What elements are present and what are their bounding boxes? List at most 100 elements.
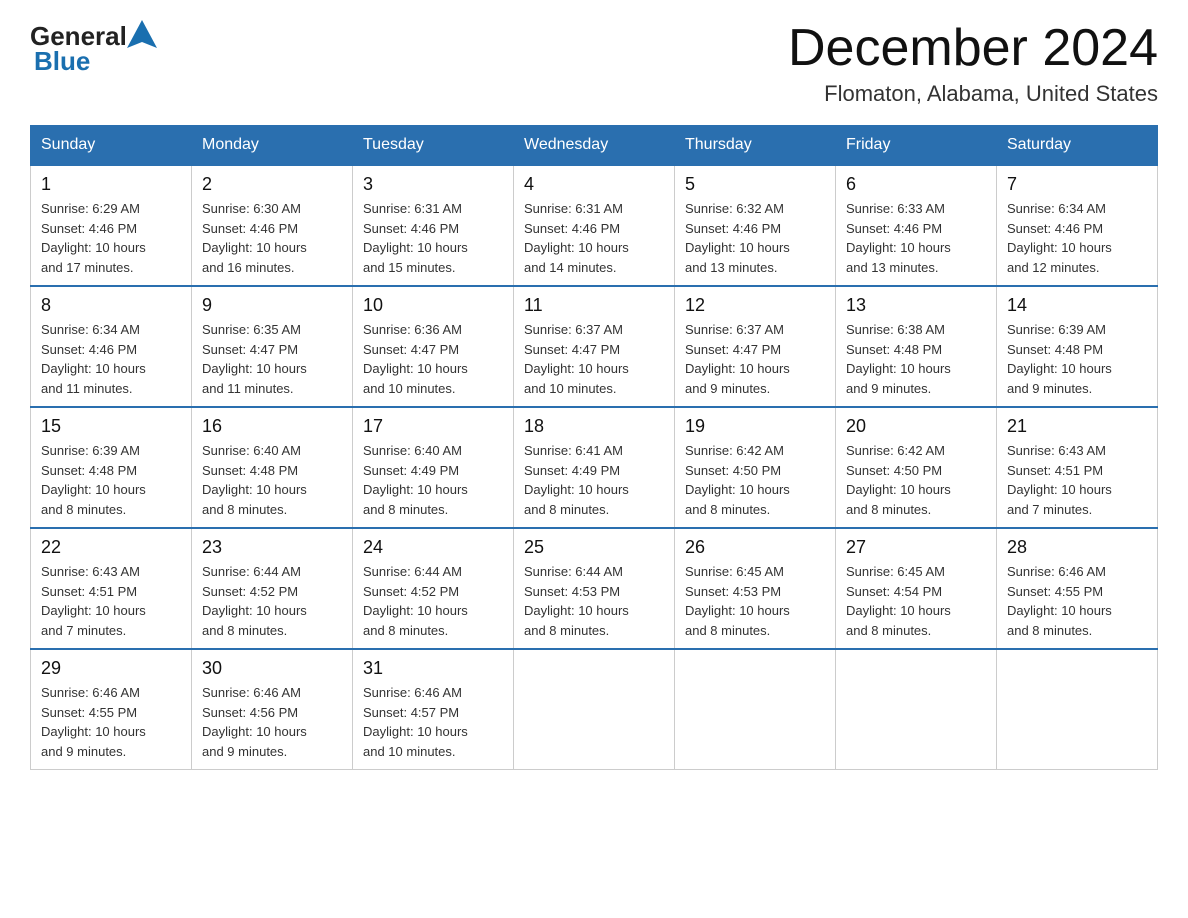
calendar-body: 1Sunrise: 6:29 AMSunset: 4:46 PMDaylight… [31, 165, 1158, 770]
calendar-day-cell: 19 Sunrise: 6:42 AMSunset: 4:50 PMDayligh… [675, 407, 836, 528]
calendar-week-row: 8 Sunrise: 6:34 AMSunset: 4:46 PMDaylight… [31, 286, 1158, 407]
header-saturday: Saturday [997, 126, 1158, 166]
calendar-day-cell: 20 Sunrise: 6:42 AMSunset: 4:50 PMDayligh… [836, 407, 997, 528]
day-number: 18 [524, 416, 664, 437]
calendar-day-cell: 15Sunrise: 6:39 AMSunset: 4:48 PMDayligh… [31, 407, 192, 528]
header-tuesday: Tuesday [353, 126, 514, 166]
calendar-day-cell: 18Sunrise: 6:41 AMSunset: 4:49 PMDayligh… [514, 407, 675, 528]
day-number: 24 [363, 537, 503, 558]
day-number: 13 [846, 295, 986, 316]
day-number: 22 [41, 537, 181, 558]
calendar-day-cell: 4 Sunrise: 6:31 AMSunset: 4:46 PMDaylight… [514, 165, 675, 286]
day-info: Sunrise: 6:36 AMSunset: 4:47 PMDaylight:… [363, 320, 503, 398]
day-number: 10 [363, 295, 503, 316]
day-info: Sunrise: 6:39 AMSunset: 4:48 PMDaylight:… [41, 441, 181, 519]
day-number: 21 [1007, 416, 1147, 437]
calendar-day-cell: 30 Sunrise: 6:46 AMSunset: 4:56 PMDayligh… [192, 649, 353, 770]
day-info: Sunrise: 6:45 AMSunset: 4:53 PMDaylight:… [685, 562, 825, 640]
day-number: 14 [1007, 295, 1147, 316]
calendar-day-cell: 24 Sunrise: 6:44 AMSunset: 4:52 PMDayligh… [353, 528, 514, 649]
calendar-day-cell: 13 Sunrise: 6:38 AMSunset: 4:48 PMDayligh… [836, 286, 997, 407]
calendar-day-cell: 6Sunrise: 6:33 AMSunset: 4:46 PMDaylight… [836, 165, 997, 286]
day-info: Sunrise: 6:46 AMSunset: 4:55 PMDaylight:… [1007, 562, 1147, 640]
calendar-day-cell [997, 649, 1158, 770]
day-info: Sunrise: 6:32 AMSunset: 4:46 PMDaylight:… [685, 199, 825, 277]
day-info: Sunrise: 6:40 AMSunset: 4:49 PMDaylight:… [363, 441, 503, 519]
calendar-day-cell [514, 649, 675, 770]
calendar-day-cell [836, 649, 997, 770]
day-number: 29 [41, 658, 181, 679]
calendar-day-cell: 21Sunrise: 6:43 AMSunset: 4:51 PMDayligh… [997, 407, 1158, 528]
day-info: Sunrise: 6:31 AMSunset: 4:46 PMDaylight:… [524, 199, 664, 277]
calendar-day-cell: 25 Sunrise: 6:44 AMSunset: 4:53 PMDayligh… [514, 528, 675, 649]
header-sunday: Sunday [31, 126, 192, 166]
calendar-day-cell: 29 Sunrise: 6:46 AMSunset: 4:55 PMDayligh… [31, 649, 192, 770]
day-number: 30 [202, 658, 342, 679]
day-info: Sunrise: 6:46 AMSunset: 4:57 PMDaylight:… [363, 683, 503, 761]
day-info: Sunrise: 6:46 AMSunset: 4:56 PMDaylight:… [202, 683, 342, 761]
calendar-day-cell: 11Sunrise: 6:37 AMSunset: 4:47 PMDayligh… [514, 286, 675, 407]
calendar-day-cell: 22Sunrise: 6:43 AMSunset: 4:51 PMDayligh… [31, 528, 192, 649]
calendar-day-cell: 10 Sunrise: 6:36 AMSunset: 4:47 PMDayligh… [353, 286, 514, 407]
calendar-day-cell: 26 Sunrise: 6:45 AMSunset: 4:53 PMDayligh… [675, 528, 836, 649]
day-info: Sunrise: 6:42 AMSunset: 4:50 PMDaylight:… [685, 441, 825, 519]
day-number: 25 [524, 537, 664, 558]
calendar-day-cell: 23 Sunrise: 6:44 AMSunset: 4:52 PMDayligh… [192, 528, 353, 649]
day-number: 20 [846, 416, 986, 437]
logo-blue-text: Blue [34, 46, 90, 76]
day-number: 3 [363, 174, 503, 195]
day-number: 19 [685, 416, 825, 437]
calendar-day-cell [675, 649, 836, 770]
logo: General Blue [30, 20, 158, 77]
calendar-week-row: 22Sunrise: 6:43 AMSunset: 4:51 PMDayligh… [31, 528, 1158, 649]
calendar-day-cell: 16Sunrise: 6:40 AMSunset: 4:48 PMDayligh… [192, 407, 353, 528]
day-info: Sunrise: 6:42 AMSunset: 4:50 PMDaylight:… [846, 441, 986, 519]
day-number: 31 [363, 658, 503, 679]
day-number: 12 [685, 295, 825, 316]
day-number: 4 [524, 174, 664, 195]
calendar-day-cell: 3Sunrise: 6:31 AMSunset: 4:46 PMDaylight… [353, 165, 514, 286]
calendar-day-cell: 28 Sunrise: 6:46 AMSunset: 4:55 PMDayligh… [997, 528, 1158, 649]
calendar-day-cell: 2Sunrise: 6:30 AMSunset: 4:46 PMDaylight… [192, 165, 353, 286]
day-number: 17 [363, 416, 503, 437]
calendar-week-row: 15Sunrise: 6:39 AMSunset: 4:48 PMDayligh… [31, 407, 1158, 528]
calendar-day-cell: 27Sunrise: 6:45 AMSunset: 4:54 PMDayligh… [836, 528, 997, 649]
weekday-header-row: Sunday Monday Tuesday Wednesday Thursday… [31, 126, 1158, 166]
day-number: 28 [1007, 537, 1147, 558]
day-info: Sunrise: 6:29 AMSunset: 4:46 PMDaylight:… [41, 199, 181, 277]
day-number: 7 [1007, 174, 1147, 195]
header-monday: Monday [192, 126, 353, 166]
day-info: Sunrise: 6:44 AMSunset: 4:52 PMDaylight:… [363, 562, 503, 640]
day-number: 2 [202, 174, 342, 195]
calendar-day-cell: 7 Sunrise: 6:34 AMSunset: 4:46 PMDaylight… [997, 165, 1158, 286]
day-info: Sunrise: 6:37 AMSunset: 4:47 PMDaylight:… [685, 320, 825, 398]
title-area: December 2024 Flomaton, Alabama, United … [788, 20, 1158, 107]
calendar-day-cell: 17 Sunrise: 6:40 AMSunset: 4:49 PMDayligh… [353, 407, 514, 528]
header-friday: Friday [836, 126, 997, 166]
location-title: Flomaton, Alabama, United States [788, 81, 1158, 107]
day-info: Sunrise: 6:40 AMSunset: 4:48 PMDaylight:… [202, 441, 342, 519]
calendar-table: Sunday Monday Tuesday Wednesday Thursday… [30, 125, 1158, 770]
day-number: 23 [202, 537, 342, 558]
calendar-day-cell: 5 Sunrise: 6:32 AMSunset: 4:46 PMDaylight… [675, 165, 836, 286]
day-info: Sunrise: 6:44 AMSunset: 4:53 PMDaylight:… [524, 562, 664, 640]
calendar-week-row: 29 Sunrise: 6:46 AMSunset: 4:55 PMDayligh… [31, 649, 1158, 770]
day-info: Sunrise: 6:38 AMSunset: 4:48 PMDaylight:… [846, 320, 986, 398]
page-header: General Blue December 2024 Flomaton, Ala… [30, 20, 1158, 107]
day-info: Sunrise: 6:34 AMSunset: 4:46 PMDaylight:… [41, 320, 181, 398]
day-info: Sunrise: 6:44 AMSunset: 4:52 PMDaylight:… [202, 562, 342, 640]
header-wednesday: Wednesday [514, 126, 675, 166]
day-info: Sunrise: 6:35 AMSunset: 4:47 PMDaylight:… [202, 320, 342, 398]
day-number: 5 [685, 174, 825, 195]
day-number: 26 [685, 537, 825, 558]
calendar-header: Sunday Monday Tuesday Wednesday Thursday… [31, 126, 1158, 166]
calendar-day-cell: 1Sunrise: 6:29 AMSunset: 4:46 PMDaylight… [31, 165, 192, 286]
day-number: 9 [202, 295, 342, 316]
day-info: Sunrise: 6:34 AMSunset: 4:46 PMDaylight:… [1007, 199, 1147, 277]
calendar-day-cell: 14 Sunrise: 6:39 AMSunset: 4:48 PMDayligh… [997, 286, 1158, 407]
day-number: 8 [41, 295, 181, 316]
day-info: Sunrise: 6:39 AMSunset: 4:48 PMDaylight:… [1007, 320, 1147, 398]
day-number: 27 [846, 537, 986, 558]
day-info: Sunrise: 6:46 AMSunset: 4:55 PMDaylight:… [41, 683, 181, 761]
month-title: December 2024 [788, 20, 1158, 77]
